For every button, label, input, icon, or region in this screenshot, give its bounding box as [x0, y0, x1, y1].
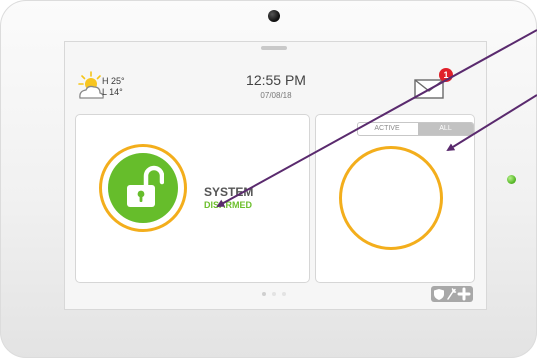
message-count-badge: 1: [439, 68, 453, 82]
status-led: [507, 175, 516, 184]
page-dot-3[interactable]: [282, 292, 286, 296]
clock-date: 07/08/18: [260, 91, 292, 100]
quick-actions-button[interactable]: [431, 286, 473, 302]
temperature-high: H 25°: [102, 76, 125, 86]
filter-active-button[interactable]: ACTIVE: [358, 123, 416, 135]
unlocked-padlock-icon: [127, 165, 164, 207]
wand-icon: [447, 288, 457, 300]
plus-icon: [457, 287, 471, 301]
panel-device: H 25° L 14° 12:55 PM 07/08/18 1 SYSTEM D…: [0, 0, 537, 358]
sensor-filter-toggle[interactable]: ACTIVE ALL: [357, 122, 474, 136]
page-dot-2[interactable]: [272, 292, 276, 296]
camera-lens: [268, 10, 280, 22]
sensor-list-card[interactable]: ACTIVE ALL: [315, 114, 475, 283]
filter-all-button[interactable]: ALL: [418, 123, 473, 135]
pull-down-handle[interactable]: [261, 46, 287, 50]
system-label: SYSTEM: [204, 185, 254, 199]
security-status-card[interactable]: SYSTEM DISARMED: [75, 114, 310, 283]
touchscreen: H 25° L 14° 12:55 PM 07/08/18 1 SYSTEM D…: [64, 41, 487, 310]
shield-icon: [434, 289, 444, 300]
clock-time: 12:55 PM: [246, 72, 306, 88]
temperature-low: L 14°: [102, 87, 123, 97]
sensor-ring: [339, 146, 443, 250]
page-indicator[interactable]: [262, 292, 290, 298]
arm-status-label: DISARMED: [204, 200, 253, 210]
page-dot-1[interactable]: [262, 292, 266, 296]
